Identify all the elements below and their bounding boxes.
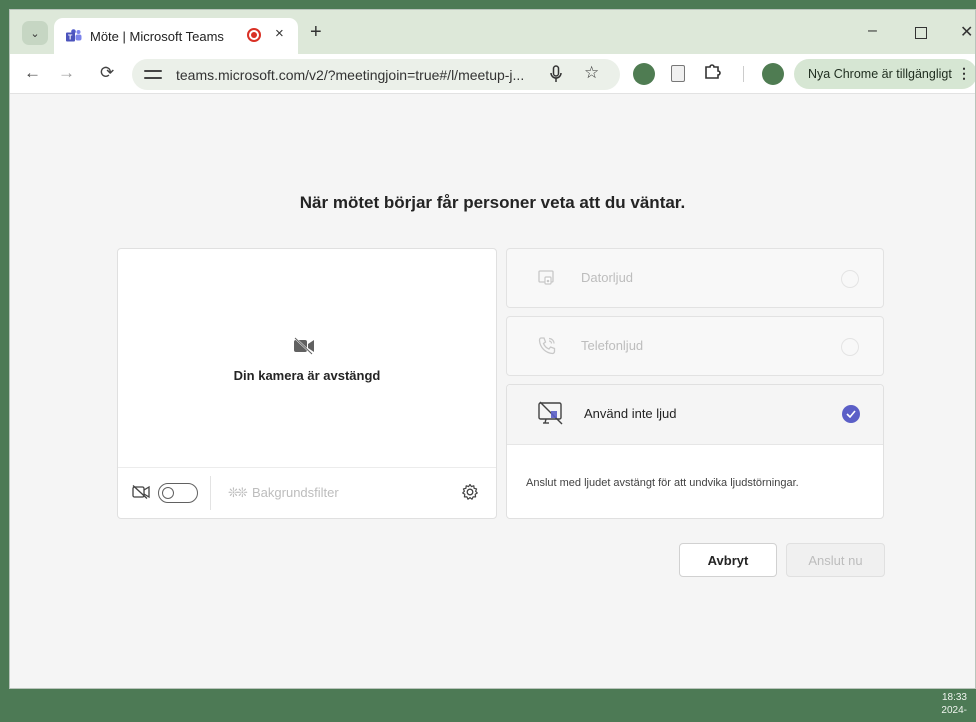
reading-list-icon[interactable] xyxy=(671,65,685,82)
extensions-puzzle-icon[interactable] xyxy=(704,63,721,85)
taskbar: 18:33 2024- xyxy=(0,689,976,722)
browser-toolbar: ← → ⟳ teams.microsoft.com/v2/?meetingjoi… xyxy=(10,54,975,94)
audio-option-no-audio[interactable]: Använd inte ljud Anslut med ljudet avstä… xyxy=(506,384,884,519)
reload-icon[interactable]: ⟳ xyxy=(100,63,114,83)
update-label: Nya Chrome är tillgängligt xyxy=(808,67,952,81)
no-audio-description: Anslut med ljudet avstängt för att undvi… xyxy=(526,477,799,489)
audio-option-label: Datorljud xyxy=(581,270,634,285)
join-now-button[interactable]: Anslut nu xyxy=(786,543,885,577)
background-filter-icon: ❊❊ xyxy=(228,485,248,500)
teams-logo-icon: T xyxy=(66,28,82,44)
svg-text:T: T xyxy=(68,35,73,42)
checkmark-icon[interactable] xyxy=(842,405,860,423)
audio-option-label: Telefonljud xyxy=(581,338,644,353)
browser-window: ⌄ T Möte | Microsoft Teams × + – ✕ ← → ⟳ xyxy=(9,9,976,689)
audio-option-computer[interactable]: Datorljud xyxy=(506,248,884,308)
audio-option-phone[interactable]: Telefonljud xyxy=(506,316,884,376)
toolbar-divider xyxy=(743,66,744,82)
extension-icon[interactable] xyxy=(633,63,655,85)
chevron-down-icon: ⌄ xyxy=(30,27,40,40)
microphone-icon[interactable] xyxy=(550,65,562,86)
camera-off-text: Din kamera är avstängd xyxy=(233,368,381,383)
footer-divider xyxy=(210,476,211,510)
tab-teams-meeting[interactable]: T Möte | Microsoft Teams × xyxy=(54,18,298,54)
page-title: När mötet börjar får personer veta att d… xyxy=(299,193,686,212)
no-audio-header[interactable]: Använd inte ljud xyxy=(507,385,883,445)
tab-strip: ⌄ T Möte | Microsoft Teams × + – ✕ xyxy=(10,10,975,54)
phone-audio-icon xyxy=(537,336,559,358)
camera-off-small-icon xyxy=(132,485,150,501)
address-bar[interactable]: teams.microsoft.com/v2/?meetingjoin=true… xyxy=(132,59,620,90)
video-controls: ❊❊ Bakgrundsfilter xyxy=(118,467,496,519)
close-window-button[interactable]: ✕ xyxy=(960,22,973,42)
audio-option-radio[interactable] xyxy=(841,270,859,288)
clock-time: 18:33 xyxy=(941,692,967,703)
recording-indicator-icon xyxy=(247,28,261,42)
kebab-menu-icon[interactable]: ⋮ xyxy=(957,65,971,82)
teams-prejoin-page: När mötet börjar får personer veta att d… xyxy=(10,95,975,688)
background-filter-button[interactable]: Bakgrundsfilter xyxy=(252,485,339,500)
audio-option-label: Använd inte ljud xyxy=(584,406,677,421)
system-clock[interactable]: 18:33 2024- xyxy=(941,691,967,717)
gear-icon[interactable] xyxy=(461,483,481,503)
no-audio-icon xyxy=(537,400,565,428)
audio-option-radio[interactable] xyxy=(841,338,859,356)
camera-toggle[interactable] xyxy=(158,483,198,503)
video-preview-card: Din kamera är avstängd ❊❊ Bakgrundsfilte… xyxy=(117,248,497,519)
minimize-button[interactable]: – xyxy=(868,22,877,40)
new-tab-button[interactable]: + xyxy=(310,22,322,42)
toggle-knob xyxy=(162,486,174,499)
camera-off-icon xyxy=(293,337,321,357)
tab-search-button[interactable]: ⌄ xyxy=(22,21,48,45)
clock-date: 2024- xyxy=(941,705,967,716)
maximize-button[interactable] xyxy=(915,27,927,39)
chrome-update-button[interactable]: Nya Chrome är tillgängligt ⋮ xyxy=(794,59,975,89)
profile-avatar[interactable] xyxy=(762,63,784,85)
forward-arrow-icon[interactable]: → xyxy=(58,63,75,83)
url-text[interactable]: teams.microsoft.com/v2/?meetingjoin=true… xyxy=(176,67,524,83)
bookmark-star-icon[interactable]: ☆ xyxy=(584,63,599,83)
tab-close-icon[interactable]: × xyxy=(275,25,284,42)
tab-title: Möte | Microsoft Teams xyxy=(90,28,224,44)
cancel-button[interactable]: Avbryt xyxy=(679,543,777,577)
computer-audio-icon xyxy=(537,268,559,290)
site-settings-icon[interactable] xyxy=(144,68,162,82)
back-arrow-icon[interactable]: ← xyxy=(24,63,41,83)
